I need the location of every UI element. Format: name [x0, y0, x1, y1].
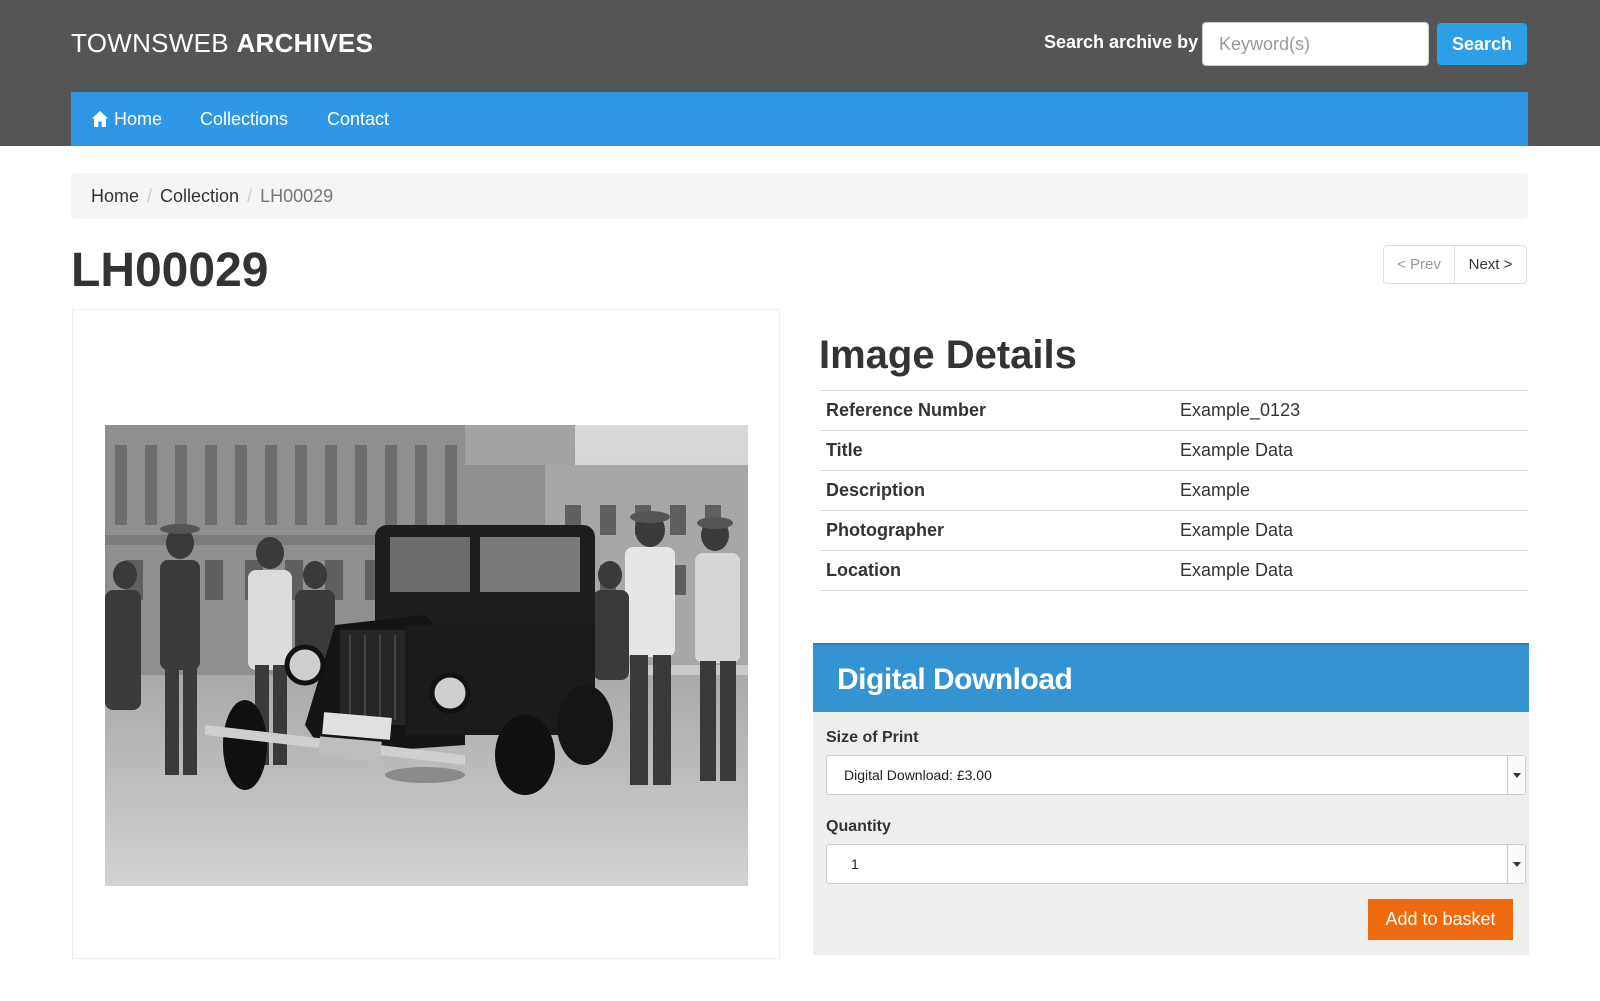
table-row: Description Example [819, 470, 1528, 511]
digital-download-panel: Digital Download Size of Print Digital D… [813, 643, 1529, 955]
table-row: Photographer Example Data [819, 510, 1528, 551]
home-icon [92, 111, 108, 127]
breadcrumb-separator: / [247, 185, 253, 206]
table-row: Reference Number Example_0123 [819, 390, 1528, 431]
breadcrumb-collection[interactable]: Collection [160, 186, 239, 207]
nav-collections[interactable]: Collections [200, 92, 288, 146]
brand-name-light: TOWNSWEB [71, 28, 229, 58]
chevron-down-icon[interactable] [1507, 845, 1525, 883]
nav-home-label: Home [114, 109, 163, 129]
detail-value: Example [1180, 480, 1251, 500]
search-label: Search archive by [1044, 32, 1199, 52]
prev-button[interactable]: < Prev [1384, 246, 1455, 283]
digital-download-header: Digital Download [813, 643, 1529, 712]
image-details-heading: Image Details [819, 333, 1077, 377]
image-details-table: Reference Number Example_0123 Title Exam… [819, 390, 1528, 591]
digital-download-title: Digital Download [837, 663, 1073, 696]
breadcrumb: Home / Collection / LH00029 [71, 173, 1528, 219]
detail-label: Description [826, 480, 926, 500]
size-of-print-value: Digital Download: £3.00 [844, 767, 992, 783]
size-of-print-select[interactable]: Digital Download: £3.00 [826, 755, 1526, 795]
breadcrumb-separator: / [147, 185, 153, 206]
pager: < Prev Next > [1383, 245, 1527, 284]
detail-label: Location [826, 560, 901, 580]
site-logo[interactable]: TOWNSWEB ARCHIVES [71, 28, 373, 59]
table-row: Title Example Data [819, 430, 1528, 471]
quantity-label: Quantity [826, 818, 891, 835]
size-of-print-label: Size of Print [826, 729, 919, 746]
nav-contact[interactable]: Contact [327, 92, 389, 146]
detail-value: Example Data [1180, 560, 1294, 580]
detail-label: Reference Number [826, 400, 987, 420]
breadcrumb-home[interactable]: Home [91, 186, 139, 207]
detail-label: Title [826, 440, 863, 460]
site-header: TOWNSWEB ARCHIVES Search archive by Sear… [0, 0, 1600, 146]
add-to-basket-button[interactable]: Add to basket [1368, 899, 1513, 940]
archive-photo-illustration [105, 425, 748, 886]
brand-name-bold: ARCHIVES [236, 28, 374, 58]
detail-value: Example_0123 [1180, 400, 1301, 420]
nav-home[interactable]: Home [91, 92, 162, 146]
main-nav: Home Collections Contact [71, 92, 1528, 146]
quantity-value: 1 [851, 856, 859, 872]
detail-value: Example Data [1180, 440, 1294, 460]
detail-label: Photographer [826, 520, 945, 540]
search-button[interactable]: Search [1437, 23, 1527, 65]
search-input[interactable] [1202, 22, 1429, 66]
page-title: LH00029 [71, 244, 269, 297]
next-button[interactable]: Next > [1455, 246, 1526, 283]
quantity-select[interactable]: 1 [826, 844, 1526, 884]
chevron-down-icon[interactable] [1507, 756, 1525, 794]
table-row: Location Example Data [819, 550, 1528, 591]
image-panel [72, 309, 780, 959]
breadcrumb-current: LH00029 [260, 185, 334, 206]
archive-photo[interactable] [105, 425, 748, 886]
detail-value: Example Data [1180, 520, 1294, 540]
